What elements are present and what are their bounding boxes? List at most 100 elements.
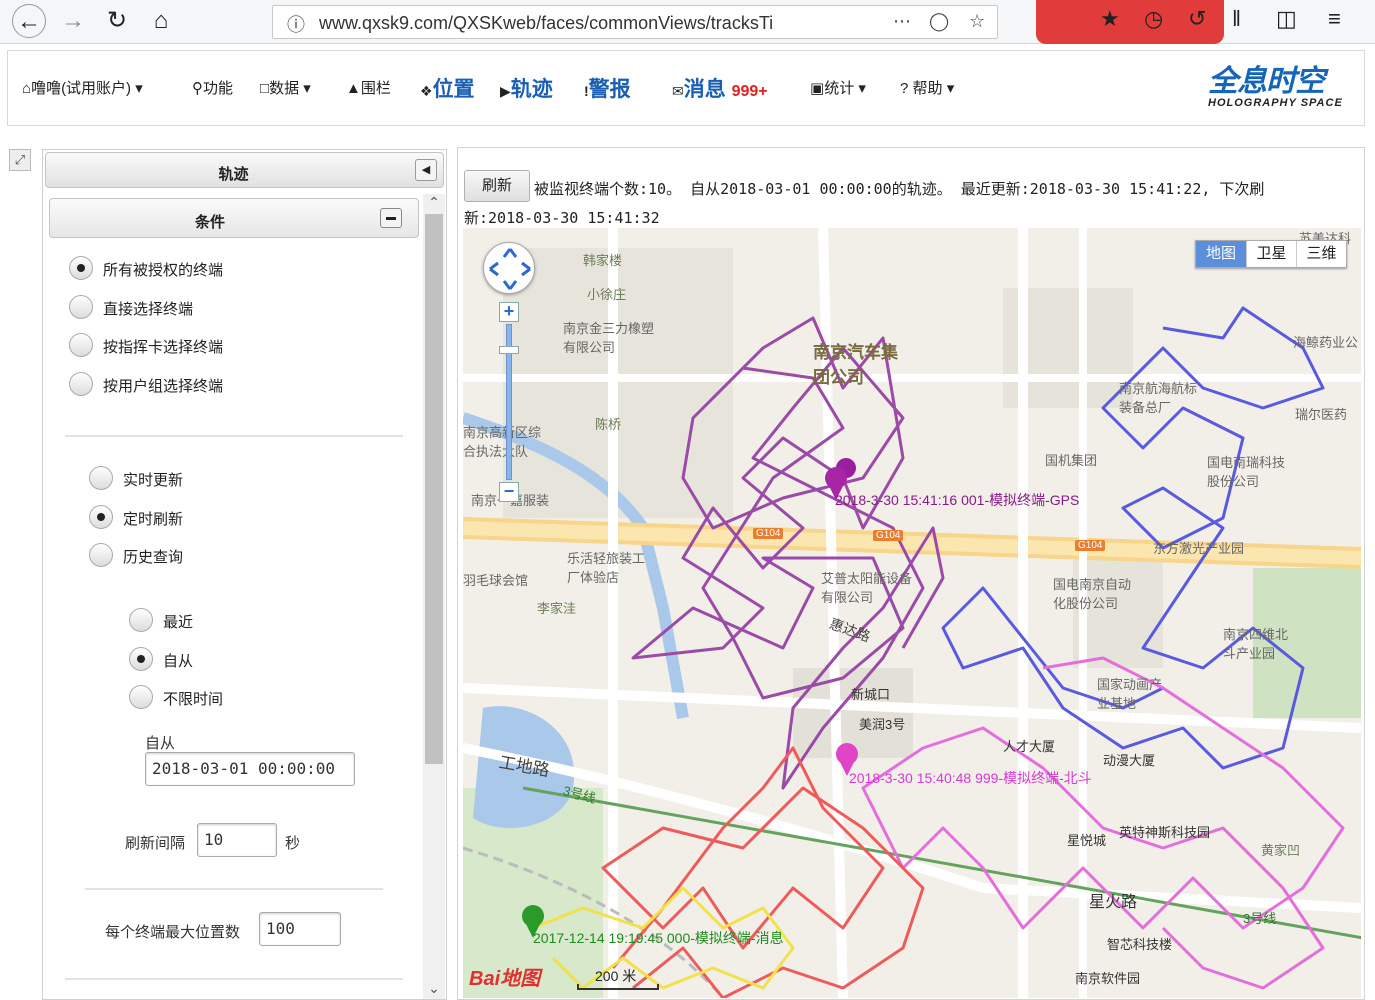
features-menu[interactable]: ⚲功能 [192, 77, 233, 98]
scroll-thumb[interactable] [425, 214, 443, 764]
place-label: 小徐庄 [587, 287, 627, 302]
zoom-out-icon[interactable]: − [499, 482, 519, 502]
message-menu[interactable]: ✉消息 999+ [672, 73, 768, 103]
poi-label: 乐活轻旅装工厂体验店 [567, 551, 646, 585]
url-bar[interactable]: ⓘ www.qxsk9.com/QXSKweb/faces/commonView… [272, 5, 998, 39]
logo-sub: HOLOGRAPHY SPACE [1208, 97, 1343, 109]
poi-label: 国机集团 [1045, 453, 1098, 468]
radio-button[interactable] [129, 685, 153, 709]
poi-label: 南京金三力橡塑有限公司 [563, 321, 655, 355]
poi-label: 艾普太阳能设备有限公司 [821, 571, 913, 605]
download-star-icon[interactable]: ★ [1100, 6, 1120, 32]
pocket-icon[interactable]: ◯ [929, 11, 949, 32]
track-menu[interactable]: ▶轨迹 [500, 73, 553, 103]
status-text: 被监视终端个数:10。 自从2018-03-01 00:00:00的轨迹。 最近… [534, 180, 1265, 198]
radio-button[interactable] [129, 647, 153, 671]
bookmark-star-icon[interactable]: ☆ [969, 11, 985, 32]
poi-label: 东方激光产业园 [1153, 541, 1245, 556]
track-label-message: 2017-12-14 19:19:45 000-模拟终端-消息 [533, 930, 784, 946]
clock-icon[interactable]: ◷ [1144, 6, 1163, 32]
message-count-badge: 999+ [731, 83, 768, 100]
map-type-satellite[interactable]: 卫星 [1246, 241, 1296, 267]
left-scrollbar[interactable]: ⌃ ⌄ [423, 194, 445, 999]
divider [85, 888, 383, 890]
max-positions-input[interactable]: 100 [259, 912, 341, 946]
track-label-beidou: 2018-3-30 15:40:48 999-模拟终端-北斗 [849, 770, 1092, 786]
track-panel: 轨迹 ◀ 条件 所有被授权的终端 直接选择终端 按指挥卡选择终端 按用户组选择终… [42, 149, 447, 1000]
max-positions-label: 每个终端最大位置数 [105, 924, 241, 941]
place-label: 南京汽车集团公司 [813, 343, 898, 387]
map-canvas[interactable]: 韩家楼 小徐庄 南京金三力橡塑有限公司 南京汽车集团公司 陈桥 南京高新区综合执… [463, 228, 1361, 998]
question-icon: ? [900, 80, 909, 97]
company-logo: 全息时空 HOLOGRAPHY SPACE [1208, 67, 1358, 111]
radio-button[interactable] [69, 256, 93, 280]
pan-control[interactable] [483, 242, 535, 294]
map-type-map[interactable]: 地图 [1196, 241, 1246, 267]
data-menu[interactable]: □数据 ▾ [260, 77, 311, 98]
help-menu[interactable]: ? 帮助 ▾ [900, 77, 954, 98]
app-header: ⌂噜噜(试用账户) ▾ ⚲功能 □数据 ▾ ▲围栏 ❖位置 ▶轨迹 !警报 ✉消… [7, 50, 1365, 126]
comment-icon: ✉ [672, 83, 684, 99]
fence-menu[interactable]: ▲围栏 [346, 77, 391, 98]
collapse-left-icon[interactable]: ◀ [415, 159, 437, 181]
since-input[interactable]: 2018-03-01 00:00:00 [145, 752, 355, 786]
forward-arrow-icon[interactable]: → [56, 4, 90, 38]
home-icon: ⌂ [22, 80, 32, 97]
sidebar-icon[interactable]: ◫ [1276, 6, 1297, 32]
since-label: 自从 [145, 735, 176, 752]
expand-icon[interactable]: ⤢ [9, 149, 31, 171]
scroll-down-icon[interactable]: ⌄ [423, 980, 445, 997]
condition-header: 条件 [49, 198, 419, 238]
logo-main: 全息时空 [1208, 65, 1325, 98]
poi-label: 英特神斯科技园 [1119, 825, 1211, 840]
zoom-handle[interactable] [499, 346, 519, 354]
poi-label: 国家动画产业基地 [1097, 677, 1163, 711]
divider [65, 435, 403, 437]
home-icon[interactable]: ⌂ [144, 4, 178, 38]
highway-sign: G104 [873, 530, 904, 541]
divider [65, 978, 403, 980]
refresh-button[interactable]: 刷新 [464, 170, 530, 202]
more-icon[interactable]: ⋯ [893, 11, 911, 32]
radio-button[interactable] [89, 543, 113, 567]
radio-button[interactable] [89, 505, 113, 529]
radio-button[interactable] [89, 466, 113, 490]
road-label: 星火路 [1089, 894, 1138, 911]
account-menu[interactable]: ⌂噜噜(试用账户) ▾ [22, 77, 143, 98]
scroll-up-icon[interactable]: ⌃ [423, 194, 445, 211]
scale-bar [577, 984, 659, 990]
url-text: www.qxsk9.com/QXSKweb/faces/commonViews/… [319, 13, 774, 33]
map-type-switch: 地图 卫星 三维 [1195, 240, 1347, 268]
chart-icon: ▣ [810, 80, 825, 97]
radio-button[interactable] [69, 372, 93, 396]
poi-label: 瑞尔医药 [1295, 407, 1348, 422]
poi-label: 星悦城 [1067, 833, 1107, 848]
library-icon[interactable]: ‖ [1232, 6, 1241, 32]
back-arrow-icon[interactable]: ← [12, 4, 46, 38]
poi-label: 新城口 [851, 687, 891, 702]
track-panel-header: 轨迹 ◀ [45, 152, 444, 188]
radio-button[interactable] [129, 608, 153, 632]
poi-label: 南京航海航标装备总厂 [1119, 381, 1198, 415]
history-icon[interactable]: ↺ [1188, 6, 1206, 32]
poi-label: 国电南瑞科技股份公司 [1207, 455, 1286, 489]
map-type-3d[interactable]: 三维 [1296, 241, 1346, 267]
poi-label: 海鲸药业公 [1293, 335, 1359, 350]
radio-button[interactable] [69, 333, 93, 357]
play-icon: ▶ [500, 83, 511, 99]
menu-hamburger-icon[interactable]: ≡ [1328, 6, 1341, 32]
highway-sign: G104 [753, 528, 784, 539]
zoom-in-icon[interactable]: + [499, 302, 519, 322]
minus-icon[interactable] [380, 208, 402, 228]
interval-input[interactable]: 10 [197, 823, 277, 857]
condition-title: 条件 [194, 214, 225, 231]
zoom-control[interactable]: + − [499, 302, 519, 502]
stats-menu[interactable]: ▣统计 ▾ [810, 77, 866, 98]
interval-unit: 秒 [285, 835, 301, 852]
reload-icon[interactable]: ↻ [100, 4, 134, 38]
position-menu[interactable]: ❖位置 [420, 73, 475, 103]
alarm-menu[interactable]: !警报 [584, 73, 631, 103]
info-icon[interactable]: ⓘ [287, 11, 305, 37]
radio-button[interactable] [69, 295, 93, 319]
place-label: 陈桥 [595, 417, 622, 432]
